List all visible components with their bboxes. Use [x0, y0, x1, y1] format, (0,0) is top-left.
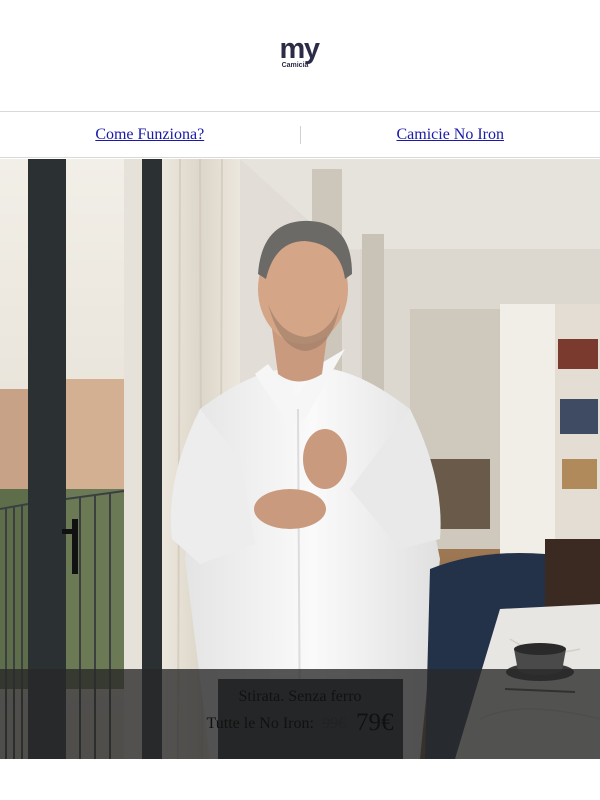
- header: my Camicia: [0, 0, 600, 111]
- logo-wordmark: my: [279, 33, 320, 65]
- new-price: 79€: [355, 709, 394, 736]
- email-page: my Camicia Come Funziona? Camicie No Iro…: [0, 0, 600, 800]
- caption-headline: Stirata. Senza ferro: [238, 688, 362, 705]
- brand-logo[interactable]: my Camicia: [272, 33, 326, 72]
- caption-offer[interactable]: Tutte le No Iron: 99€ 79€: [0, 709, 600, 737]
- hero-caption-overlay: Stirata. Senza ferro Tutte le No Iron: 9…: [0, 669, 600, 759]
- nav-bar: Come Funziona? Camicie No Iron: [0, 111, 600, 158]
- old-price: 99€: [321, 715, 346, 732]
- offer-label: Tutte le No Iron:: [206, 715, 314, 732]
- nav-link-come-funziona[interactable]: Come Funziona?: [0, 126, 300, 144]
- nav-link-camicie-no-iron[interactable]: Camicie No Iron: [301, 126, 600, 144]
